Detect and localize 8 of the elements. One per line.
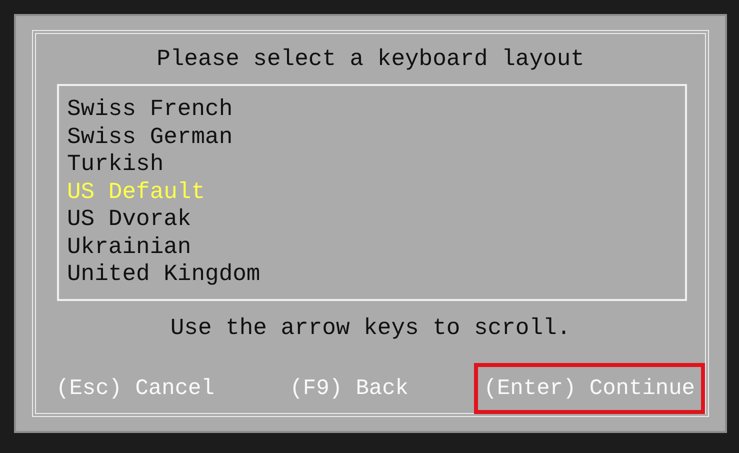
scroll-hint: Use the arrow keys to scroll. bbox=[170, 314, 571, 340]
layout-option[interactable]: Turkish bbox=[67, 151, 677, 178]
layout-option[interactable]: Ukrainian bbox=[67, 234, 677, 261]
dialog-title: Please select a keyboard layout bbox=[156, 46, 584, 72]
layout-option[interactable]: US Dvorak bbox=[67, 206, 677, 234]
layout-option[interactable]: Swiss French bbox=[67, 96, 677, 124]
layout-option[interactable]: Swiss German bbox=[67, 124, 677, 151]
layout-option[interactable]: United Kingdom bbox=[67, 261, 677, 288]
